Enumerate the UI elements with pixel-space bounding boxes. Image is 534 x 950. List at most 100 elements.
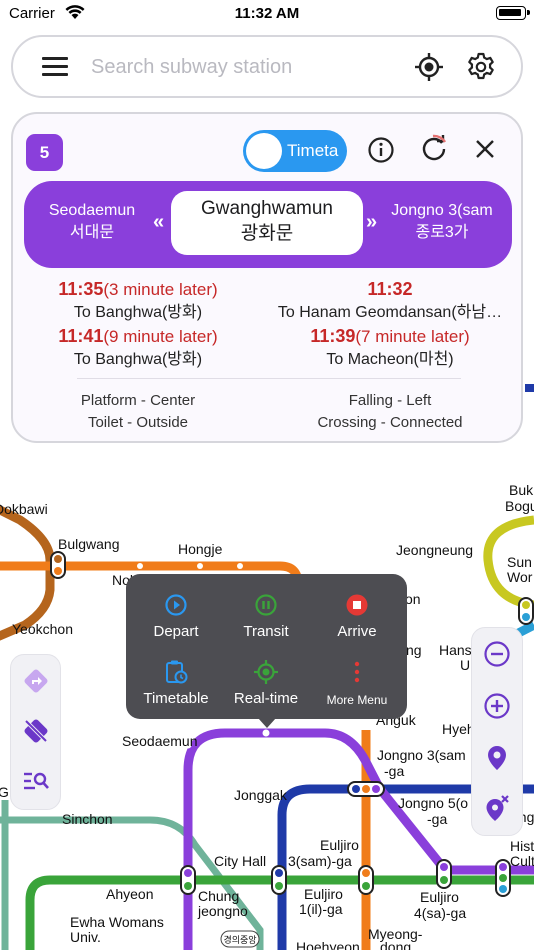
station-label: Buk: [509, 482, 534, 498]
depart-label: Depart: [153, 623, 199, 640]
station-label: Hist: [510, 838, 534, 854]
arrivals-eastbound: 11:32 To Hanam Geomdansan(하남… 11:39(7 mi…: [265, 278, 515, 372]
station-label: Sinchon: [62, 811, 113, 827]
next-station-en: Jongno 3(sam: [391, 202, 493, 219]
next-station-ko: 종로3가: [415, 224, 469, 241]
station-label: Hoehyeon: [296, 939, 360, 950]
my-location-icon[interactable]: [414, 52, 444, 82]
line-number-badge[interactable]: 5: [26, 134, 63, 171]
search-list-button[interactable]: [11, 769, 60, 793]
arrival-time: 11:39(7 minute later): [310, 326, 470, 346]
more-menu-button[interactable]: More Menu: [312, 657, 402, 707]
station-label: Dokbawi: [0, 501, 48, 517]
toilet-position: Toilet - Outside: [87, 414, 189, 431]
station-label: -ga: [427, 811, 447, 827]
realtime-label: Real-time: [233, 690, 299, 707]
refresh-icon[interactable]: [419, 134, 449, 164]
door-info: Falling - Left Crossing - Connected: [265, 390, 515, 434]
timetable-toggle[interactable]: Timeta: [243, 130, 347, 172]
chevron-left-icon[interactable]: «: [153, 211, 164, 234]
search-bar: [11, 35, 523, 98]
settings-gear-icon[interactable]: [466, 52, 496, 82]
station-label: Yeokchon: [12, 621, 73, 637]
station-label: -ga: [384, 763, 404, 779]
arrival-destination: To Banghwa(방화): [73, 351, 203, 368]
popup-pointer: [258, 718, 276, 728]
station-label: City Hall: [214, 853, 266, 869]
current-station-en: Gwanghwamun: [200, 198, 334, 219]
platform-info: Platform - Center Toilet - Outside: [13, 390, 263, 434]
no-route-button[interactable]: [11, 717, 60, 745]
zoom-out-icon: [484, 641, 510, 667]
station-label: Wor: [507, 569, 533, 585]
play-circle-icon: [165, 594, 187, 616]
prev-station-en: Seodaemun: [48, 202, 136, 219]
station-strip: Seodaemun 서대문 « Gwanghwamun 광화문 » Jongno…: [24, 181, 512, 268]
zoom-in-button[interactable]: [472, 692, 522, 720]
map-controls-panel: [471, 627, 523, 836]
door-side: Falling - Left: [348, 392, 432, 409]
prev-station-button[interactable]: Seodaemun 서대문: [28, 201, 156, 245]
status-bar: Carrier 11:32 AM: [0, 0, 534, 30]
gyeongui-badge: 경의중앙: [223, 934, 256, 945]
timetable-button[interactable]: Timetable: [131, 657, 221, 707]
arrival-destination: To Hanam Geomdansan(하남…: [277, 304, 503, 321]
station-label: Bulgwang: [58, 536, 120, 552]
station-label: Cult: [510, 853, 534, 869]
arrival-destination: To Macheon(마천): [326, 351, 454, 368]
route-button[interactable]: [11, 667, 60, 695]
arrive-button[interactable]: Arrive: [312, 590, 402, 640]
toggle-label: Timeta: [287, 141, 339, 160]
toggle-knob: [246, 133, 282, 169]
search-input[interactable]: [91, 51, 391, 83]
clock: 11:32 AM: [234, 5, 300, 22]
arrivals-westbound: 11:35(3 minute later) To Banghwa(방화) 11:…: [13, 278, 263, 372]
current-station: Gwanghwamun 광화문: [171, 191, 363, 255]
pause-circle-icon: [255, 594, 277, 616]
transit-label: Transit: [243, 623, 289, 640]
station-label: G: [0, 784, 9, 800]
station-label: Bogu: [505, 498, 534, 514]
station-label: Univ.: [70, 929, 101, 945]
hamburger-menu-icon[interactable]: [42, 57, 68, 77]
route-off-icon: [24, 719, 47, 743]
close-icon[interactable]: [474, 138, 496, 160]
prev-station-ko: 서대문: [69, 224, 115, 241]
station-label: Sun: [507, 554, 532, 570]
station-label: Jongno 5(o: [398, 795, 468, 811]
route-tools-panel: [10, 654, 61, 810]
station-label: Jongno 3(sam: [377, 747, 466, 763]
station-label: Euljiro: [304, 886, 343, 902]
stop-square-icon: [346, 594, 368, 616]
platform-position: Platform - Center: [80, 392, 196, 409]
station-label: Hongje: [178, 541, 223, 557]
transit-button[interactable]: Transit: [221, 590, 311, 640]
clipboard-clock-icon: [166, 660, 188, 684]
station-label: Ewha Womans: [70, 914, 164, 930]
pin-button[interactable]: [472, 744, 522, 772]
pin-remove-icon: [486, 795, 509, 821]
station-label: dong: [380, 939, 411, 950]
next-station-button[interactable]: Jongno 3(sam 종로3가: [375, 201, 509, 245]
battery-icon: [496, 6, 530, 20]
depart-button[interactable]: Depart: [131, 590, 221, 640]
station-label: U: [460, 657, 470, 673]
list-search-icon: [23, 772, 49, 790]
arrival-destination: To Banghwa(방화): [73, 304, 203, 321]
station-label: Chung: [198, 888, 239, 904]
card-divider: [77, 378, 461, 379]
map-pin-icon: [488, 746, 506, 770]
station-label: Euljiro: [420, 889, 459, 905]
info-icon[interactable]: [367, 136, 395, 164]
remove-pin-button[interactable]: [472, 794, 522, 822]
station-label: Seodaemun: [122, 733, 198, 749]
station-label: jeongno: [197, 903, 248, 919]
current-station-ko: 광화문: [240, 223, 294, 244]
timetable-label: Timetable: [143, 690, 209, 707]
arrival-time: 11:35(3 minute later): [58, 279, 218, 299]
realtime-button[interactable]: Real-time: [221, 657, 311, 707]
route-arrow-icon: [24, 669, 47, 693]
vertical-dots-icon: [354, 661, 360, 683]
gps-target-icon: [254, 660, 278, 684]
zoom-out-button[interactable]: [472, 640, 522, 668]
